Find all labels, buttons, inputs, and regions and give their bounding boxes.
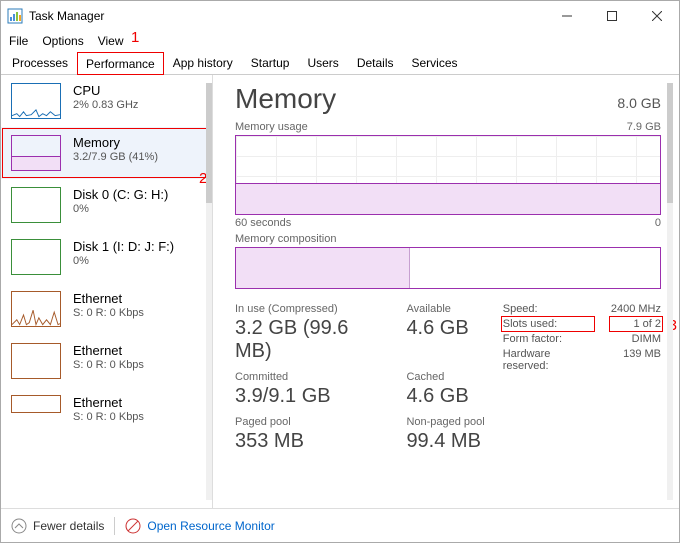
cached-label: Cached	[406, 371, 484, 383]
cached-value: 4.6 GB	[406, 385, 484, 408]
annotation-1: 1	[131, 29, 139, 46]
form-label: Form factor:	[503, 333, 593, 345]
available-value: 4.6 GB	[406, 317, 484, 363]
close-button[interactable]	[634, 1, 679, 31]
menu-options[interactable]: Options	[42, 34, 83, 48]
chevron-up-circle-icon	[11, 518, 27, 534]
usage-label: Memory usage	[235, 121, 308, 133]
tab-startup[interactable]: Startup	[242, 51, 299, 74]
tab-services[interactable]: Services	[403, 51, 467, 74]
eth1-sub: S: 0 R: 0 Kbps	[73, 359, 144, 371]
disk1-label: Disk 1 (I: D: J: F:)	[73, 239, 174, 254]
speed-label: Speed:	[503, 303, 593, 315]
speed-value: 2400 MHz	[611, 303, 661, 315]
memory-composition-graph[interactable]	[235, 247, 661, 289]
detail-title: Memory	[235, 83, 336, 115]
disk1-sub: 0%	[73, 255, 174, 267]
paged-value: 353 MB	[235, 430, 380, 453]
cpu-thumbnail-chart	[11, 83, 61, 119]
eth0-sub: S: 0 R: 0 Kbps	[73, 307, 144, 319]
tab-app-history[interactable]: App history	[164, 51, 242, 74]
sidebar-item-disk1[interactable]: Disk 1 (I: D: J: F:) 0%	[1, 231, 212, 283]
tab-performance[interactable]: Performance	[77, 52, 164, 75]
eth0-thumbnail-chart	[11, 291, 61, 327]
slots-label: Slots used:	[503, 318, 593, 330]
tab-processes[interactable]: Processes	[3, 51, 77, 74]
detail-total: 8.0 GB	[617, 95, 661, 111]
menu-view[interactable]: View	[98, 34, 124, 48]
memory-sub: 3.2/7.9 GB (41%)	[73, 151, 158, 163]
nonpaged-label: Non-paged pool	[406, 416, 484, 428]
memory-thumbnail-chart	[11, 135, 61, 171]
sidebar-item-memory[interactable]: Memory 3.2/7.9 GB (41%)	[1, 127, 212, 179]
fewer-details-button[interactable]: Fewer details	[11, 518, 104, 534]
footer-bar: Fewer details Open Resource Monitor	[1, 508, 679, 542]
tab-details[interactable]: Details	[348, 51, 403, 74]
open-resource-monitor-link[interactable]: Open Resource Monitor	[125, 518, 274, 534]
open-resource-monitor-label: Open Resource Monitor	[147, 519, 274, 533]
sidebar-scrollbar[interactable]	[206, 83, 212, 500]
eth2-sub: S: 0 R: 0 Kbps	[73, 411, 144, 423]
composition-label: Memory composition	[235, 233, 336, 245]
tab-users[interactable]: Users	[298, 51, 347, 74]
nonpaged-value: 99.4 MB	[406, 430, 484, 453]
fewer-details-label: Fewer details	[33, 519, 104, 533]
disk1-thumbnail-chart	[11, 239, 61, 275]
sidebar-item-disk0[interactable]: Disk 0 (C: G: H:) 0%	[1, 179, 212, 231]
eth2-label: Ethernet	[73, 395, 144, 410]
window-title: Task Manager	[29, 9, 104, 23]
inuse-value: 3.2 GB (99.6 MB)	[235, 317, 380, 363]
available-label: Available	[406, 303, 484, 315]
eth1-label: Ethernet	[73, 343, 144, 358]
title-bar: Task Manager	[1, 1, 679, 31]
eth0-label: Ethernet	[73, 291, 144, 306]
committed-label: Committed	[235, 371, 380, 383]
minimize-button[interactable]	[544, 1, 589, 31]
hw-label: Hardware reserved:	[503, 348, 593, 372]
performance-sidebar: CPU 2% 0.83 GHz Memory 3.2/7.9 GB (41%) …	[1, 75, 213, 508]
form-value: DIMM	[611, 333, 661, 345]
usage-max: 7.9 GB	[627, 121, 661, 133]
app-icon	[7, 8, 23, 24]
disk0-label: Disk 0 (C: G: H:)	[73, 187, 168, 202]
cpu-label: CPU	[73, 83, 138, 98]
sidebar-item-eth1[interactable]: Ethernet S: 0 R: 0 Kbps	[1, 335, 212, 387]
sidebar-item-eth2[interactable]: Ethernet S: 0 R: 0 Kbps	[1, 387, 212, 431]
disk0-thumbnail-chart	[11, 187, 61, 223]
hw-value: 139 MB	[611, 348, 661, 372]
maximize-button[interactable]	[589, 1, 634, 31]
memory-detail-panel: Memory 8.0 GB Memory usage 7.9 GB 60 sec…	[213, 75, 679, 508]
slots-value: 1 of 2	[611, 318, 661, 330]
memory-usage-graph[interactable]	[235, 135, 661, 215]
cpu-sub: 2% 0.83 GHz	[73, 99, 138, 111]
detail-scrollbar[interactable]	[667, 83, 673, 500]
footer-divider	[114, 517, 115, 535]
inuse-label: In use (Compressed)	[235, 303, 380, 315]
menu-bar: File Options View 1	[1, 31, 679, 51]
eth2-thumbnail-chart	[11, 395, 61, 413]
menu-file[interactable]: File	[9, 34, 28, 48]
committed-value: 3.9/9.1 GB	[235, 385, 380, 408]
paged-label: Paged pool	[235, 416, 380, 428]
eth1-thumbnail-chart	[11, 343, 61, 379]
resource-monitor-icon	[125, 518, 141, 534]
disk0-sub: 0%	[73, 203, 168, 215]
axis-right: 0	[655, 217, 661, 229]
memory-label: Memory	[73, 135, 158, 150]
sidebar-item-cpu[interactable]: CPU 2% 0.83 GHz	[1, 75, 212, 127]
tab-strip: Processes Performance App history Startu…	[1, 51, 679, 75]
sidebar-item-eth0[interactable]: Ethernet S: 0 R: 0 Kbps	[1, 283, 212, 335]
axis-left: 60 seconds	[235, 217, 291, 229]
